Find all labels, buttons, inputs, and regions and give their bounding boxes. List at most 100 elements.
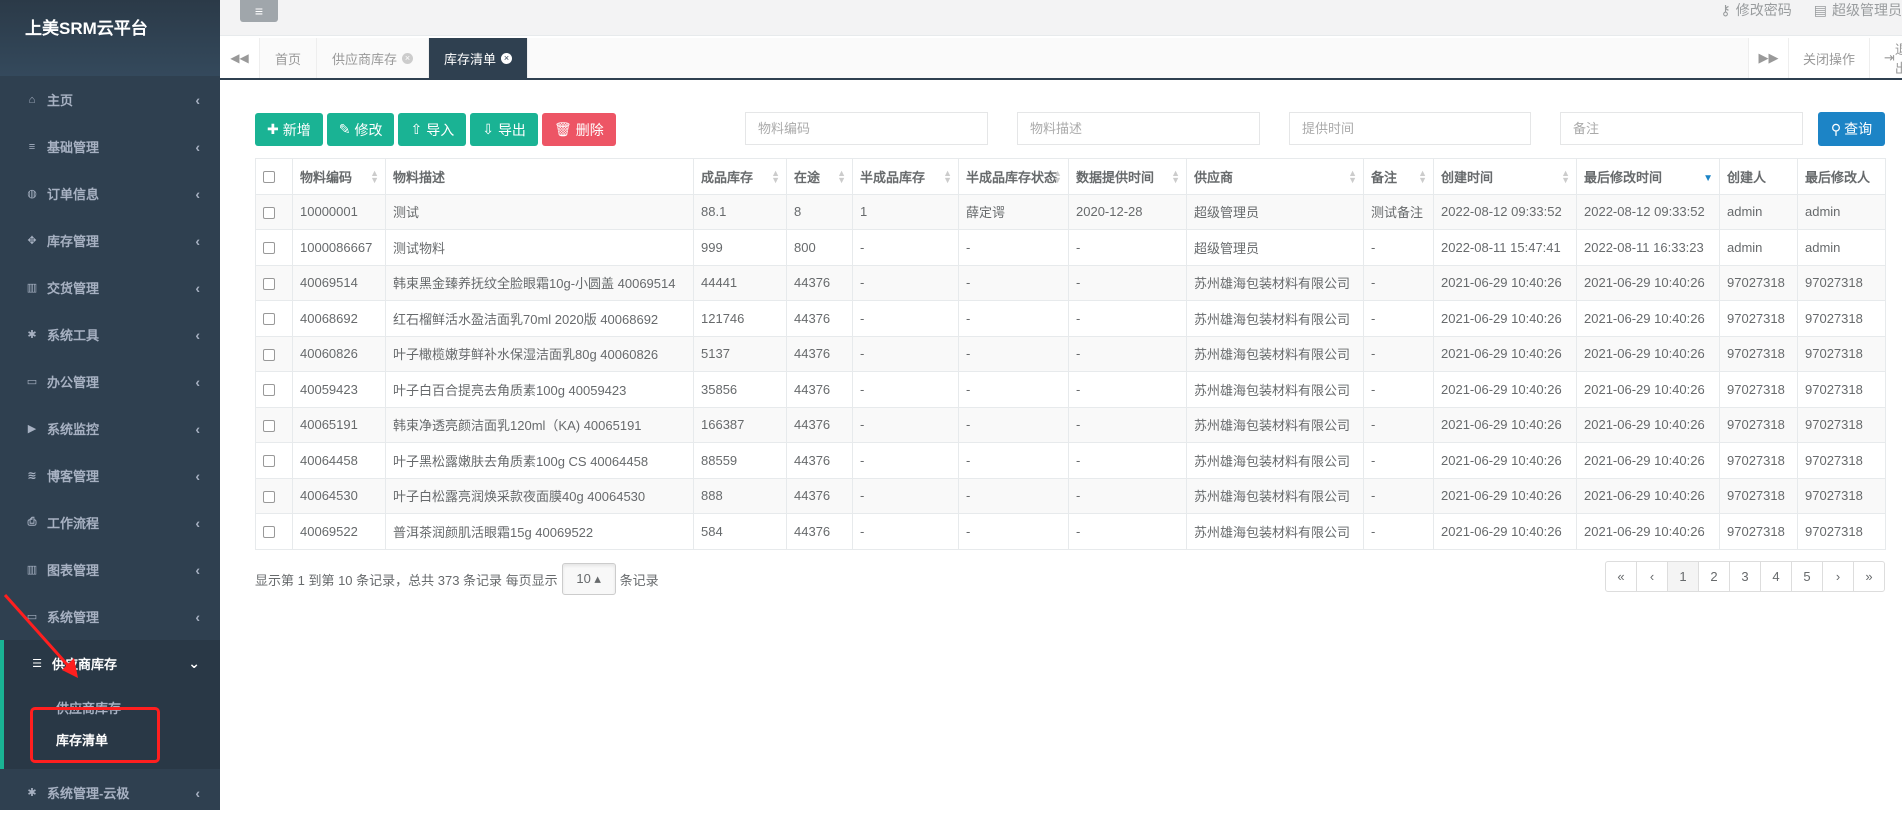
sidebar-item-3[interactable]: ✥库存管理‹: [0, 217, 220, 264]
table-cell: -: [853, 265, 959, 301]
column-header[interactable]: 数据提供时间▲▼: [1069, 159, 1187, 195]
select-all-checkbox[interactable]: [263, 171, 275, 183]
table-cell: -: [1069, 372, 1187, 408]
material-code-input[interactable]: [745, 112, 988, 145]
sidebar-item-1[interactable]: ≡基础管理‹: [0, 123, 220, 170]
page-link[interactable]: ›: [1822, 561, 1854, 592]
table-row[interactable]: 40069522普洱茶润颜肌活眼霜15g 4006952258444376---…: [256, 514, 1886, 550]
sidebar-item-11[interactable]: ▭系统管理‹: [0, 593, 220, 640]
close-icon[interactable]: ×: [501, 53, 512, 64]
table-row[interactable]: 40068692红石榴鲜活水盈洁面乳70ml 2020版 40068692121…: [256, 301, 1886, 337]
row-checkbox[interactable]: [263, 242, 275, 254]
submenu-item[interactable]: 供应商库存: [4, 691, 220, 723]
row-checkbox[interactable]: [263, 278, 275, 290]
table-row[interactable]: 40064458叶子黑松露嫩肤去角质素100g CS 4006445888559…: [256, 443, 1886, 479]
close-icon[interactable]: ×: [402, 53, 413, 64]
row-checkbox[interactable]: [263, 384, 275, 396]
page-link[interactable]: «: [1605, 561, 1637, 592]
close-operations-button[interactable]: 关闭操作: [1788, 38, 1869, 78]
column-header[interactable]: 在途▲▼: [787, 159, 853, 195]
row-checkbox[interactable]: [263, 349, 275, 361]
menu-item-label: 博客管理: [47, 466, 99, 485]
page-link[interactable]: »: [1853, 561, 1885, 592]
column-header[interactable]: 最后修改时间▼: [1577, 159, 1720, 195]
table-row[interactable]: 40064530叶子白松露亮润焕采款夜面膜40g 400645308884437…: [256, 478, 1886, 514]
column-header[interactable]: 最后修改人: [1798, 159, 1886, 195]
user-menu[interactable]: ▤超级管理员: [1814, 0, 1902, 18]
row-checkbox[interactable]: [263, 455, 275, 467]
column-header[interactable]: 半成品库存▲▼: [853, 159, 959, 195]
table-row[interactable]: 40065191韩束净透亮颜洁面乳120ml（KA) 4006519116638…: [256, 407, 1886, 443]
page-link[interactable]: 5: [1791, 561, 1823, 592]
sidebar-item-supplier-inventory[interactable]: ☰供应商库存⌄: [0, 640, 220, 687]
sidebar-item-5[interactable]: ✱系统工具‹: [0, 311, 220, 358]
sidebar-item-0[interactable]: ⌂主页‹: [0, 76, 220, 123]
column-header[interactable]: 创建时间▲▼: [1434, 159, 1577, 195]
table-cell: 44376: [787, 443, 853, 479]
sidebar-item-8[interactable]: ≋博客管理‹: [0, 452, 220, 499]
column-header[interactable]: 供应商▲▼: [1187, 159, 1364, 195]
table-row[interactable]: 40069514韩束黑金臻养抚纹全脸眼霜10g-小圆盖 400695144444…: [256, 265, 1886, 301]
table-cell: 测试备注: [1364, 194, 1434, 230]
table-cell: 2021-06-29 10:40:26: [1577, 407, 1720, 443]
page-link[interactable]: 3: [1729, 561, 1761, 592]
provide-time-input[interactable]: [1289, 112, 1531, 145]
page-link[interactable]: 4: [1760, 561, 1792, 592]
rss-icon: ≋: [25, 469, 39, 483]
column-header[interactable]: 物料编码▲▼: [293, 159, 386, 195]
tab-item[interactable]: 库存清单×: [429, 38, 528, 78]
laptop-icon: ▭: [25, 375, 39, 389]
sidebar-item-6[interactable]: ▭办公管理‹: [0, 358, 220, 405]
row-checkbox[interactable]: [263, 526, 275, 538]
table-cell: 121746: [694, 301, 787, 337]
remark-input[interactable]: [1560, 112, 1803, 145]
sidebar-item-10[interactable]: ▥图表管理‹: [0, 546, 220, 593]
row-checkbox[interactable]: [263, 207, 275, 219]
table-cell: 薛定谔: [959, 194, 1069, 230]
table-cell: -: [959, 514, 1069, 550]
page-link[interactable]: ‹: [1636, 561, 1668, 592]
export-button[interactable]: ⇩导出: [470, 113, 538, 146]
table-row[interactable]: 40059423叶子白百合提亮去角质素100g 4005942335856443…: [256, 372, 1886, 408]
column-header[interactable]: 物料描述: [386, 159, 694, 195]
sidebar-item-4[interactable]: ▥交货管理‹: [0, 264, 220, 311]
sidebar-item-system-cloud[interactable]: ✱系统管理-云极‹: [0, 769, 220, 816]
add-button[interactable]: ✚新增: [255, 113, 323, 146]
table-row[interactable]: 40060826叶子橄榄嫩芽鲜补水保湿洁面乳80g 40060826513744…: [256, 336, 1886, 372]
column-header[interactable]: 半成品库存状态▲▼: [959, 159, 1069, 195]
column-header[interactable]: 备注▲▼: [1364, 159, 1434, 195]
query-button[interactable]: ⚲查询: [1818, 112, 1885, 146]
change-password-link[interactable]: ⚷修改密码: [1721, 0, 1792, 18]
submenu-item[interactable]: 库存清单: [4, 723, 220, 755]
table-cell: 2021-06-29 10:40:26: [1434, 443, 1577, 479]
column-header[interactable]: 成品库存▲▼: [694, 159, 787, 195]
table-row[interactable]: 10000001测试88.181薛定谔2020-12-28超级管理员测试备注20…: [256, 194, 1886, 230]
sort-icon: ▲▼: [1561, 170, 1570, 184]
page-link[interactable]: 1: [1667, 561, 1699, 592]
cog-icon: ✱: [25, 786, 39, 800]
tab-scroll-right-button[interactable]: ▶▶: [1748, 38, 1788, 78]
sidebar-item-7[interactable]: ▶系统监控‹: [0, 405, 220, 452]
table-row[interactable]: 1000086667测试物料999800---超级管理员-2022-08-11 …: [256, 230, 1886, 266]
row-checkbox[interactable]: [263, 491, 275, 503]
delete-button[interactable]: 🗑删除: [542, 113, 616, 146]
sidebar-item-2[interactable]: ◍订单信息‹: [0, 170, 220, 217]
logout-button[interactable]: ⇥退出: [1869, 38, 1902, 78]
page-size-select[interactable]: 10 ▴: [562, 563, 616, 595]
edit-button[interactable]: ✎修改: [327, 113, 395, 146]
table-cell: 800: [787, 230, 853, 266]
row-checkbox[interactable]: [263, 313, 275, 325]
sidebar-toggle-button[interactable]: ≡: [240, 0, 278, 22]
tab-item[interactable]: 供应商库存×: [317, 38, 429, 78]
table-cell: 88559: [694, 443, 787, 479]
chevron-left-icon: ‹: [195, 785, 200, 801]
sidebar-item-9[interactable]: ⎙工作流程‹: [0, 499, 220, 546]
row-checkbox[interactable]: [263, 420, 275, 432]
material-desc-input[interactable]: [1017, 112, 1260, 145]
tab-item[interactable]: 首页: [260, 38, 317, 78]
import-button[interactable]: ⇧导入: [398, 113, 466, 146]
table-cell: 2022-08-11 15:47:41: [1434, 230, 1577, 266]
page-link[interactable]: 2: [1698, 561, 1730, 592]
tab-scroll-left-button[interactable]: ◀◀: [220, 38, 260, 78]
column-header[interactable]: 创建人: [1720, 159, 1798, 195]
